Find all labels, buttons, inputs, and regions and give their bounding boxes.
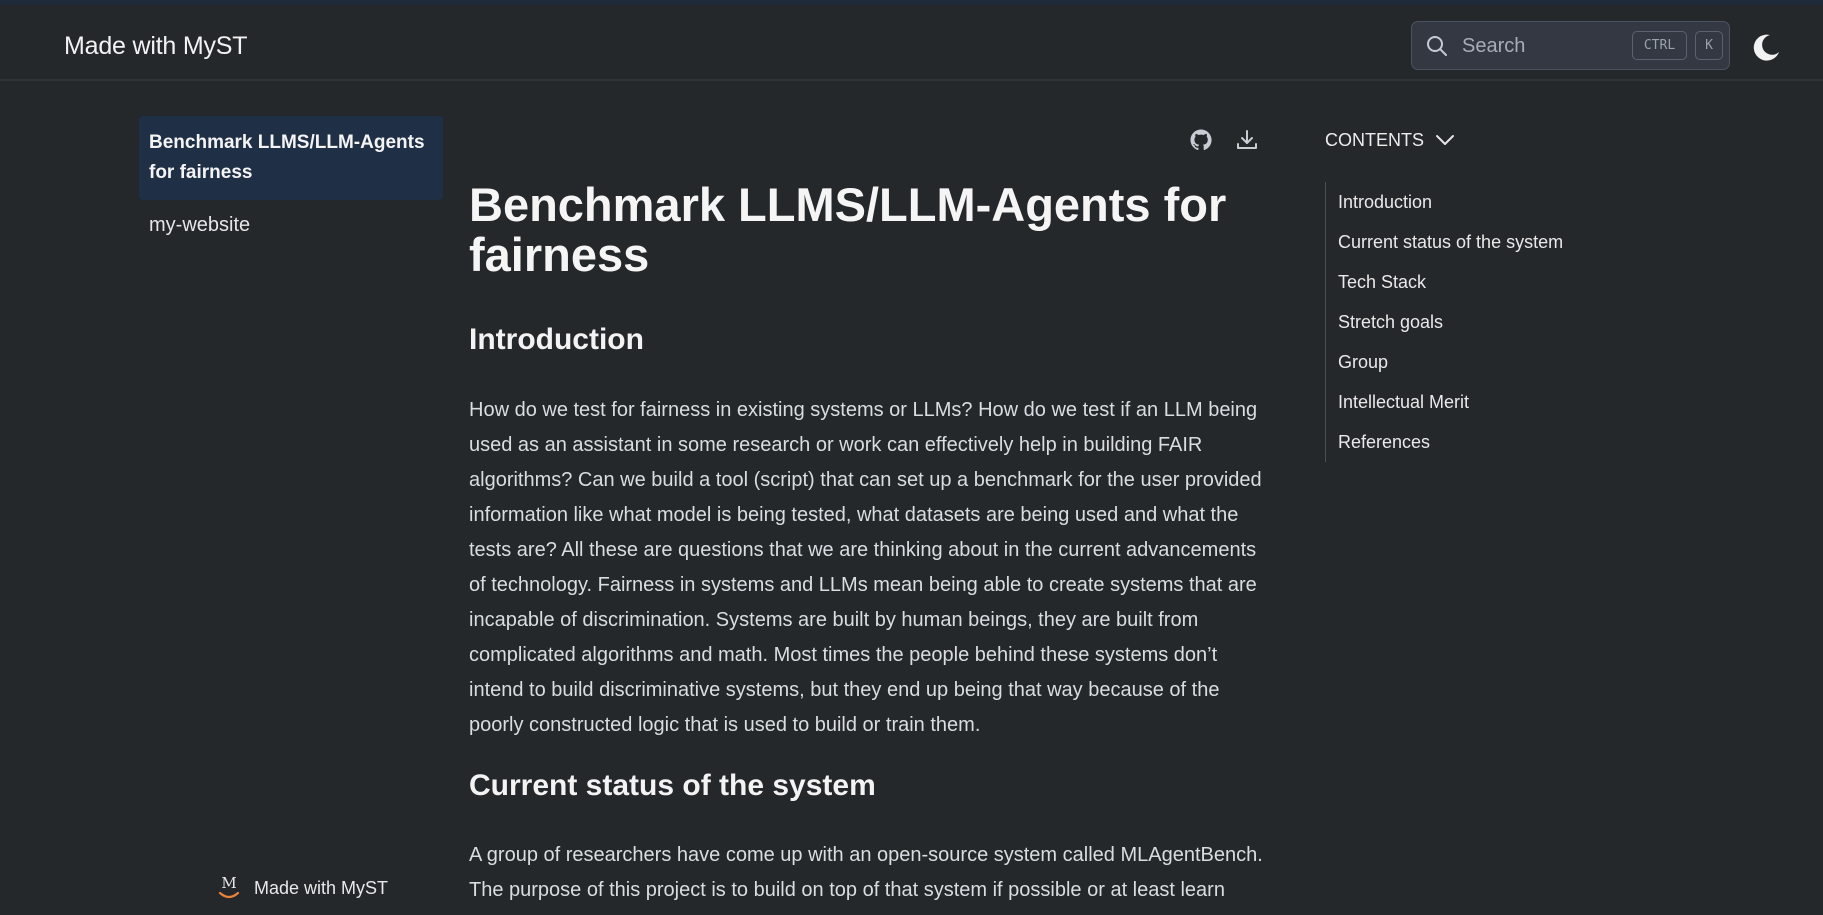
toc-item-current-status[interactable]: Current status of the system [1338,222,1655,262]
toc-toggle[interactable]: CONTENTS [1325,124,1655,156]
search-button[interactable]: Search CTRL K [1411,21,1730,70]
toc-item-stretch-goals[interactable]: Stretch goals [1338,302,1655,342]
search-icon [1427,36,1447,56]
toc-item-tech-stack[interactable]: Tech Stack [1338,262,1655,302]
section-body-introduction: How do we test for fairness in existing … [469,399,1262,736]
chevron-down-icon [1436,135,1454,145]
toc-header-label: CONTENTS [1325,129,1424,150]
page-title: Benchmark LLMS/LLM-Agents for fairness [469,178,1227,281]
sidebar-item-benchmark[interactable]: Benchmark LLMS/LLM-Agents for fairness [139,116,443,200]
article-toolbar [1189,128,1259,152]
toc-item-introduction[interactable]: Introduction [1338,182,1655,222]
toc-list: Introduction Current status of the syste… [1325,182,1655,462]
section-heading-introduction: Introduction [469,323,644,356]
site-title-link[interactable]: Made with MyST [64,32,248,61]
toc-item-group[interactable]: Group [1338,342,1655,382]
shortcut-ctrl-key: CTRL [1632,31,1687,60]
download-icon[interactable] [1235,128,1259,152]
myst-logo-icon: M [218,874,240,899]
made-with-myst-label: Made with MyST [254,877,389,898]
site-header: Made with MyST Search CTRL K [0,5,1823,81]
sidebar-nav: Benchmark LLMS/LLM-Agents for fairness m… [139,116,443,251]
shortcut-k-key: K [1695,31,1723,60]
moon-icon [1753,34,1779,61]
github-icon[interactable] [1189,128,1213,152]
toc-item-references[interactable]: References [1338,422,1655,462]
theme-toggle-button[interactable] [1750,32,1782,64]
search-placeholder: Search [1462,35,1526,57]
section-heading-current-status: Current status of the system [469,769,876,802]
section-body-current-status: A group of researchers have come up with… [469,844,1263,901]
toc-item-intellectual-merit[interactable]: Intellectual Merit [1338,382,1655,422]
made-with-myst-link[interactable]: M Made with MyST [216,874,388,902]
table-of-contents: CONTENTS Introduction Current status of … [1325,124,1655,462]
svg-text:M: M [221,874,236,892]
sidebar-item-my-website[interactable]: my-website [139,200,443,251]
